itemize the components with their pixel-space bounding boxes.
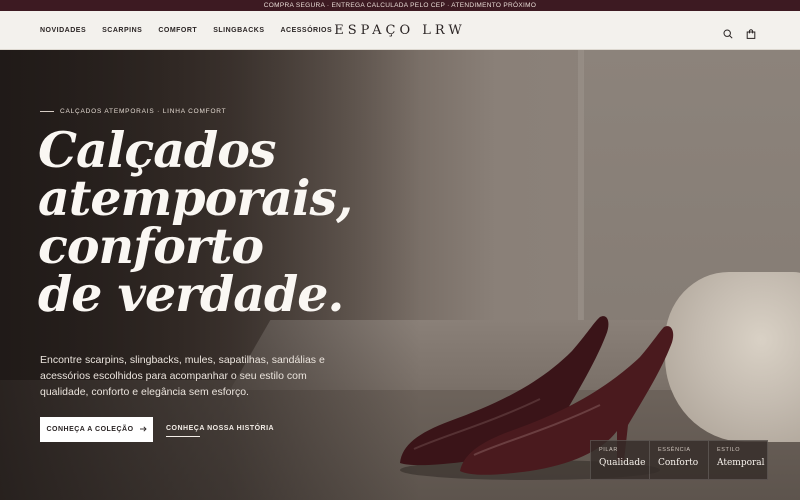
our-story-label: CONHEÇA NOSSA HISTÓRIA	[166, 425, 275, 432]
announcement-text: COMPRA SEGURA · ENTREGA CALCULADA PELO C…	[263, 2, 537, 9]
headline-line-2: atemporais,	[38, 169, 353, 227]
shop-collection-button[interactable]: CONHEÇA A COLEÇÃO	[40, 417, 153, 442]
badge-key: ESSÊNCIA	[658, 447, 691, 453]
main-nav: NOVIDADES SCARPINS COMFORT SLINGBACKS AC…	[40, 11, 332, 50]
nav-item-novidades[interactable]: NOVIDADES	[40, 27, 86, 34]
hero-section: CALÇADOS ATEMPORAIS · LINHA COMFORT Calç…	[0, 50, 800, 500]
arrow-right-icon	[139, 425, 147, 434]
announcement-bar: COMPRA SEGURA · ENTREGA CALCULADA PELO C…	[0, 0, 800, 11]
hero-headline: Calçados atemporais, conforto de verdade…	[38, 121, 398, 323]
values-badge-panel: PILAR Qualidade ESSÊNCIA Conforto ESTILO…	[590, 440, 768, 480]
shopping-bag-icon[interactable]	[746, 26, 756, 39]
badge-pilar: PILAR Qualidade	[591, 441, 650, 479]
brand-logo[interactable]: ESPAÇO LRW	[334, 23, 466, 38]
nav-item-acessorios[interactable]: ACESSÓRIOS	[280, 27, 332, 34]
badge-key: ESTILO	[717, 447, 741, 453]
shop-collection-label: CONHEÇA A COLEÇÃO	[46, 426, 134, 433]
hero-description: Encontre scarpins, slingbacks, mules, sa…	[40, 354, 325, 398]
our-story-underline	[166, 436, 200, 437]
badge-key: PILAR	[599, 447, 618, 453]
headline-line-1: Calçados	[38, 121, 276, 179]
badge-essencia: ESSÊNCIA Conforto	[650, 441, 709, 479]
headline-line-3: conforto	[38, 217, 264, 275]
site-header: NOVIDADES SCARPINS COMFORT SLINGBACKS AC…	[0, 11, 800, 50]
nav-item-comfort[interactable]: COMFORT	[158, 27, 197, 34]
header-actions	[723, 11, 756, 50]
badge-value: Conforto	[658, 458, 699, 468]
eyebrow-divider	[40, 111, 54, 112]
badge-value: Atemporal	[717, 458, 765, 468]
eyebrow-text: CALÇADOS ATEMPORAIS · LINHA COMFORT	[60, 108, 227, 115]
hero-eyebrow: CALÇADOS ATEMPORAIS · LINHA COMFORT	[40, 108, 226, 115]
nav-item-scarpins[interactable]: SCARPINS	[102, 27, 142, 34]
headline-line-4: de verdade.	[38, 265, 344, 323]
search-icon[interactable]	[723, 26, 733, 39]
badge-value: Qualidade	[599, 458, 646, 468]
our-story-link[interactable]: CONHEÇA NOSSA HISTÓRIA	[166, 425, 274, 437]
nav-item-slingbacks[interactable]: SLINGBACKS	[213, 27, 264, 34]
badge-estilo: ESTILO Atemporal	[709, 441, 767, 479]
